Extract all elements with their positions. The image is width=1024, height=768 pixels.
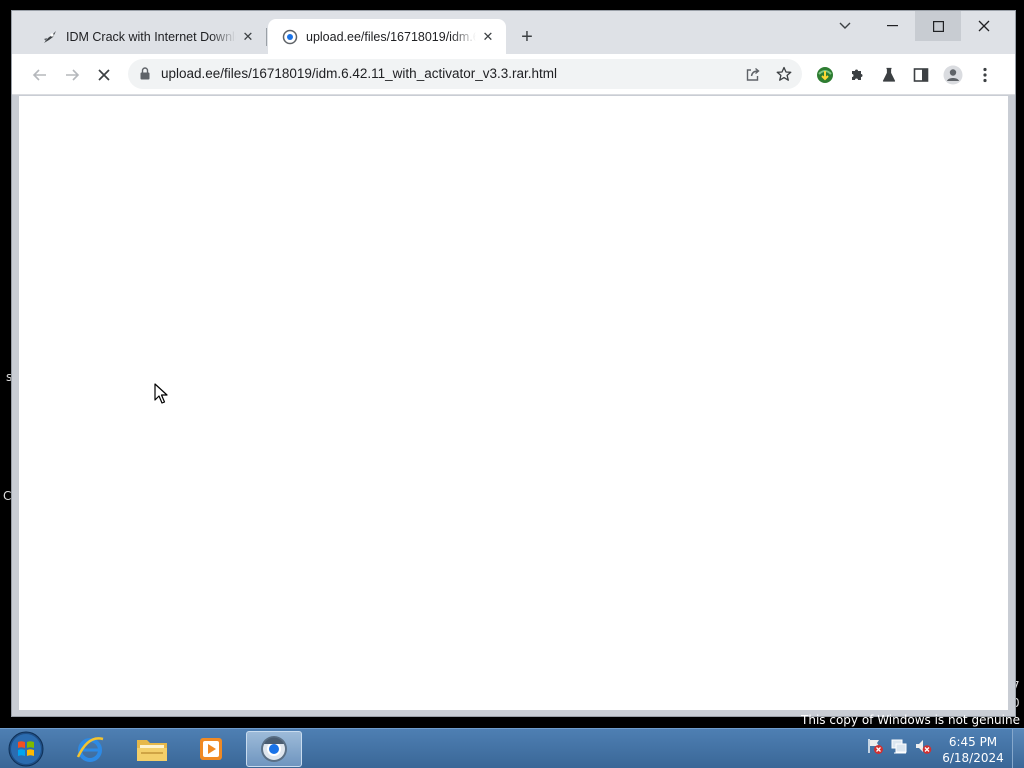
clock-time: 6:45 PM <box>948 735 998 749</box>
network-icon[interactable] <box>890 737 908 755</box>
address-bar[interactable]: upload.ee/files/16718019/idm.6.42.11_wit… <box>128 59 802 89</box>
back-button[interactable] <box>26 61 54 89</box>
volume-muted-icon[interactable] <box>914 737 932 755</box>
tab-title: upload.ee/files/16718019/idm.6.42.11_wit… <box>306 29 476 44</box>
tab-close-icon[interactable]: ✕ <box>480 29 496 45</box>
maximize-button[interactable] <box>915 11 961 41</box>
tab-strip: IDM Crack with Internet Download Manager… <box>12 11 1015 54</box>
profile-avatar-icon[interactable] <box>941 63 965 87</box>
file-explorer-taskbar-icon[interactable] <box>124 731 180 767</box>
labs-flask-icon[interactable] <box>877 63 901 87</box>
internet-explorer-taskbar-icon[interactable] <box>62 731 118 767</box>
chrome-taskbar-icon[interactable] <box>246 731 302 767</box>
idm-extension-icon[interactable] <box>813 63 837 87</box>
stop-loading-button[interactable] <box>90 61 118 89</box>
action-center-flag-icon[interactable] <box>866 737 884 755</box>
system-clock[interactable]: 6:45 PM 6/18/2024 <box>936 734 1010 766</box>
tab-search-chevron-icon[interactable] <box>822 11 868 41</box>
clock-date: 6/18/2024 <box>942 751 1004 765</box>
tab-close-icon[interactable]: ✕ <box>240 29 256 45</box>
lock-icon[interactable] <box>140 67 150 85</box>
tab-idm-crack[interactable]: IDM Crack with Internet Download Manager… <box>28 19 266 54</box>
side-panel-icon[interactable] <box>909 63 933 87</box>
browser-toolbar: upload.ee/files/16718019/idm.6.42.11_wit… <box>12 54 1015 95</box>
close-window-button[interactable] <box>961 11 1007 41</box>
rocket-icon <box>42 29 58 45</box>
start-button[interactable] <box>6 731 46 767</box>
share-icon[interactable] <box>743 64 763 84</box>
tab-separator <box>266 28 267 46</box>
browser-menu-icon[interactable] <box>973 63 997 87</box>
bookmark-star-icon[interactable] <box>774 64 794 84</box>
browser-window: IDM Crack with Internet Download Manager… <box>11 10 1016 717</box>
mouse-pointer-icon <box>154 383 168 410</box>
tab-title: IDM Crack with Internet Download Manager <box>66 29 236 44</box>
minimize-button[interactable] <box>869 11 915 41</box>
media-player-taskbar-icon[interactable] <box>184 731 240 767</box>
taskbar: 6:45 PM 6/18/2024 <box>0 728 1024 768</box>
new-tab-button[interactable]: + <box>515 25 539 49</box>
tab-upload-ee[interactable]: upload.ee/files/16718019/idm.6.42.11_wit… <box>268 19 506 54</box>
url-text[interactable]: upload.ee/files/16718019/idm.6.42.11_wit… <box>161 66 557 81</box>
loading-globe-icon <box>282 29 298 45</box>
extensions-puzzle-icon[interactable] <box>845 63 869 87</box>
forward-button[interactable] <box>58 61 86 89</box>
show-desktop-button[interactable] <box>1012 729 1024 768</box>
windows-genuine-watermark: This copy of Windows is not genuine <box>801 713 1020 727</box>
